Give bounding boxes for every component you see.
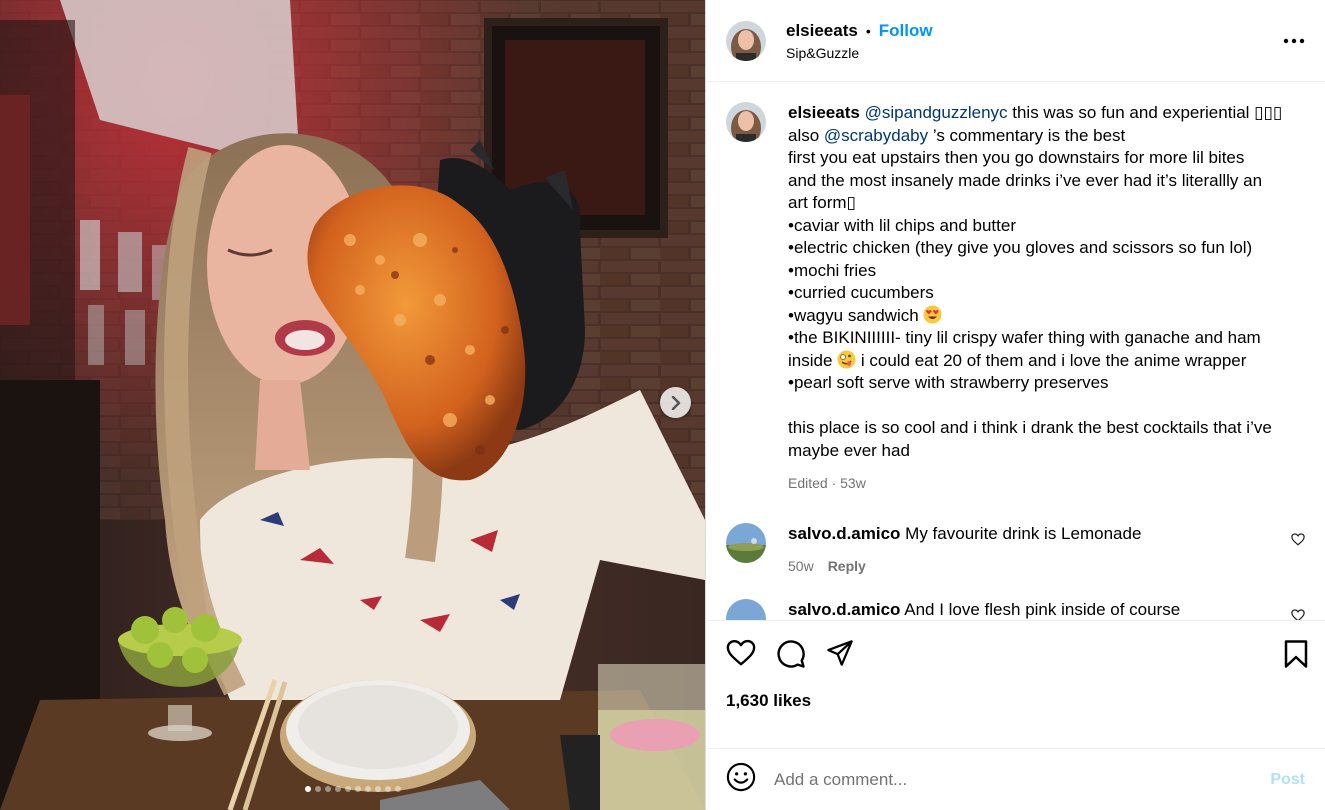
carousel-dot [324, 786, 331, 792]
post-caption: elsieeats @sipandguzzlenyc this was so f… [726, 102, 1305, 495]
post-author-username[interactable]: elsieeats [786, 21, 858, 41]
caption-line: ’s commentary is the best [928, 125, 1126, 145]
comments-section[interactable]: elsieeats @sipandguzzlenyc this was so f… [706, 82, 1325, 620]
carousel-dot [384, 786, 391, 792]
caption-line: •wagyu sandwich [788, 305, 924, 325]
avatar[interactable] [726, 20, 766, 61]
carousel-dot [304, 786, 311, 792]
more-options-button[interactable] [1283, 30, 1305, 52]
caption-line: art form▯ [788, 193, 856, 212]
comment-input[interactable] [774, 769, 1271, 790]
caption-line: •pearl soft serve with strawberry preser… [788, 373, 1109, 392]
more-horizontal-icon [1283, 38, 1305, 44]
carousel-indicator [0, 786, 705, 792]
post-header: elsieeats • Follow Sip&Guzzle [706, 0, 1325, 82]
follow-button[interactable]: Follow [879, 21, 933, 41]
avatar-image [726, 20, 766, 61]
comment-item: salvo.d.amico My favourite drink is Lemo… [726, 522, 1305, 577]
caption-line: •mochi fries [788, 260, 877, 280]
avatar[interactable] [726, 522, 766, 563]
like-comment-button[interactable] [1291, 608, 1305, 620]
comment-username[interactable]: salvo.d.amico [788, 600, 900, 619]
post-image [0, 0, 705, 810]
mention-link[interactable]: @sipandguzzlenyc [865, 103, 1008, 122]
post-location[interactable]: Sip&Guzzle [786, 45, 933, 61]
carousel-dot [334, 786, 341, 792]
caption-line: this was so fun and experiential ▯▯▯ [1007, 103, 1283, 122]
comment-button[interactable] [776, 639, 806, 674]
caption-line: also [788, 125, 824, 145]
caption-text: elsieeats @sipandguzzlenyc this was so f… [788, 102, 1288, 495]
mention-link[interactable]: @scrabydaby [824, 126, 928, 145]
send-paper-plane-icon [827, 640, 853, 666]
likes-count[interactable]: 1,630 likes [726, 691, 811, 711]
caption-line: •caviar with lil chips and butter [788, 215, 1016, 235]
caption-line: maybe ever had [788, 440, 910, 460]
post-actions: 1,630 likes [706, 620, 1325, 748]
chevron-right-icon [671, 395, 680, 410]
zany-face-emoji-icon [837, 350, 856, 369]
caption-line: •curried cucumbers [788, 283, 934, 302]
carousel-dot [314, 786, 321, 792]
avatar-image [726, 598, 766, 620]
caption-meta: Edited · 53w [788, 475, 866, 491]
caption-line: first you eat upstairs then you go downs… [788, 148, 1245, 167]
caption-line: and the most insanely made drinks i’ve e… [788, 170, 1263, 190]
like-comment-button[interactable] [1291, 532, 1305, 551]
comment-bubble-icon [777, 640, 805, 668]
post-photo [0, 0, 705, 810]
caption-line: •the BIKINIIIIII- tiny lil crispy wafer … [788, 328, 1261, 347]
add-comment-bar: Post [706, 748, 1325, 810]
comment-username[interactable]: salvo.d.amico [788, 524, 900, 543]
heart-eyes-emoji-icon [923, 305, 942, 324]
caption-line: i could eat 20 of them and i love the an… [856, 350, 1247, 370]
avatar[interactable] [726, 102, 766, 142]
carousel-dot [374, 786, 381, 792]
share-button[interactable] [826, 639, 854, 674]
carousel-dot [354, 786, 361, 792]
avatar[interactable] [726, 598, 766, 620]
next-slide-button[interactable] [660, 387, 691, 418]
caption-username[interactable]: elsieeats [788, 103, 860, 122]
heart-outline-icon [1291, 532, 1305, 546]
like-button[interactable] [726, 639, 756, 674]
comment-text: And I love flesh pink inside of course [904, 599, 1181, 619]
heart-outline-icon [726, 639, 756, 666]
separator-dot: • [865, 22, 871, 39]
bookmark-icon [1284, 640, 1308, 668]
caption-line: •electric chicken (they give you gloves … [788, 238, 1253, 257]
comment-age: 50w [788, 557, 814, 574]
caption-line: inside [788, 350, 838, 370]
save-button[interactable] [1283, 639, 1309, 674]
heart-outline-icon [1291, 608, 1305, 620]
smiley-face-icon [726, 762, 756, 792]
post-comment-button[interactable]: Post [1270, 771, 1305, 789]
comment-item: salvo.d.amico And I love flesh pink insi… [726, 598, 1305, 620]
avatar-image [726, 522, 766, 563]
avatar-image [726, 102, 766, 142]
comment-text: My favourite drink is Lemonade [905, 523, 1142, 543]
caption-line: this place is so cool and i think i dran… [788, 418, 1272, 437]
post-details-panel: elsieeats • Follow Sip&Guzzle elsieeats … [705, 0, 1325, 810]
emoji-picker-button[interactable] [726, 762, 756, 797]
reply-button[interactable]: Reply [828, 558, 866, 574]
carousel-dot [344, 786, 351, 792]
carousel-dot [364, 786, 371, 792]
carousel-dot [394, 786, 401, 792]
